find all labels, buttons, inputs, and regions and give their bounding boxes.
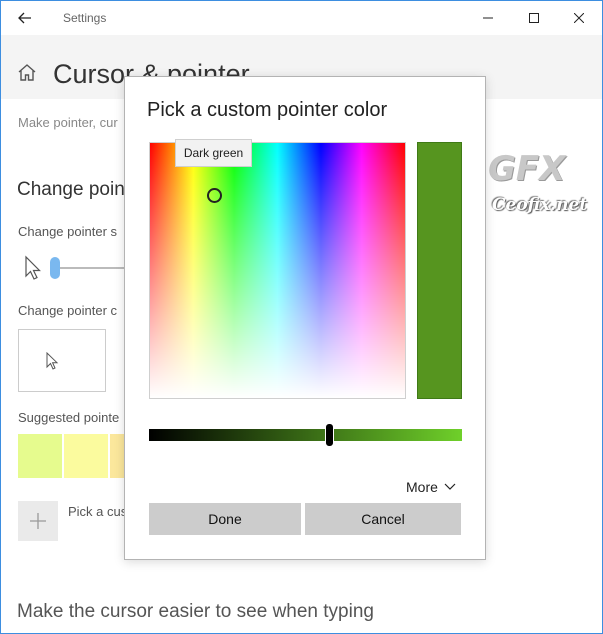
pointer-color-option[interactable] bbox=[18, 329, 106, 392]
back-arrow-icon bbox=[18, 12, 31, 24]
more-button[interactable]: More bbox=[406, 479, 456, 495]
pointer-arrow-icon bbox=[25, 255, 41, 280]
pick-custom-color-label: Pick a cus bbox=[68, 504, 128, 519]
more-label: More bbox=[406, 479, 438, 495]
cancel-button[interactable]: Cancel bbox=[305, 503, 461, 535]
pointer-arrow-icon bbox=[46, 352, 59, 370]
color-value-slider[interactable] bbox=[149, 423, 462, 447]
maximize-button[interactable] bbox=[511, 1, 557, 35]
suggested-color-swatch[interactable] bbox=[18, 434, 62, 478]
suggested-color-swatch[interactable] bbox=[64, 434, 108, 478]
settings-window: Settings Cursor & pointer Make pointer, … bbox=[0, 0, 603, 634]
done-button[interactable]: Done bbox=[149, 503, 301, 535]
minimize-icon bbox=[483, 17, 493, 19]
watermark-text: Ceofix.net bbox=[492, 195, 588, 215]
section-title-typing: Make the cursor easier to see when typin… bbox=[17, 601, 374, 622]
page-description: Make pointer, cur bbox=[18, 115, 118, 130]
watermark-logo: GFX bbox=[488, 149, 566, 189]
pointer-size-label: Change pointer s bbox=[18, 224, 118, 239]
suggested-colors-label: Suggested pointe bbox=[18, 410, 120, 425]
window-title: Settings bbox=[63, 11, 107, 25]
close-button[interactable] bbox=[556, 1, 602, 35]
pointer-size-slider-thumb[interactable] bbox=[50, 257, 60, 279]
maximize-icon bbox=[529, 13, 539, 23]
selected-color-preview bbox=[417, 142, 462, 399]
home-icon[interactable] bbox=[17, 63, 37, 81]
custom-color-dialog: Pick a custom pointer color Dark green M… bbox=[124, 76, 486, 560]
dialog-title: Pick a custom pointer color bbox=[147, 99, 388, 121]
color-spectrum[interactable] bbox=[149, 142, 406, 399]
title-bar: Settings bbox=[1, 1, 602, 35]
plus-icon bbox=[30, 513, 46, 529]
color-picker-handle[interactable] bbox=[207, 188, 222, 203]
pointer-size-slider-track[interactable] bbox=[59, 267, 129, 269]
section-title: Change poin bbox=[17, 179, 125, 200]
back-button[interactable] bbox=[9, 3, 41, 33]
chevron-down-icon bbox=[444, 483, 456, 490]
close-icon bbox=[574, 13, 584, 23]
color-value-slider-thumb[interactable] bbox=[325, 423, 334, 447]
pointer-color-label: Change pointer c bbox=[18, 303, 118, 318]
minimize-button[interactable] bbox=[465, 1, 511, 35]
color-name-tooltip: Dark green bbox=[175, 139, 252, 167]
watermark: GFX Ceofix.net bbox=[488, 149, 598, 221]
pick-custom-color-button[interactable] bbox=[18, 501, 58, 541]
spectrum-lightness-layer bbox=[150, 143, 405, 398]
